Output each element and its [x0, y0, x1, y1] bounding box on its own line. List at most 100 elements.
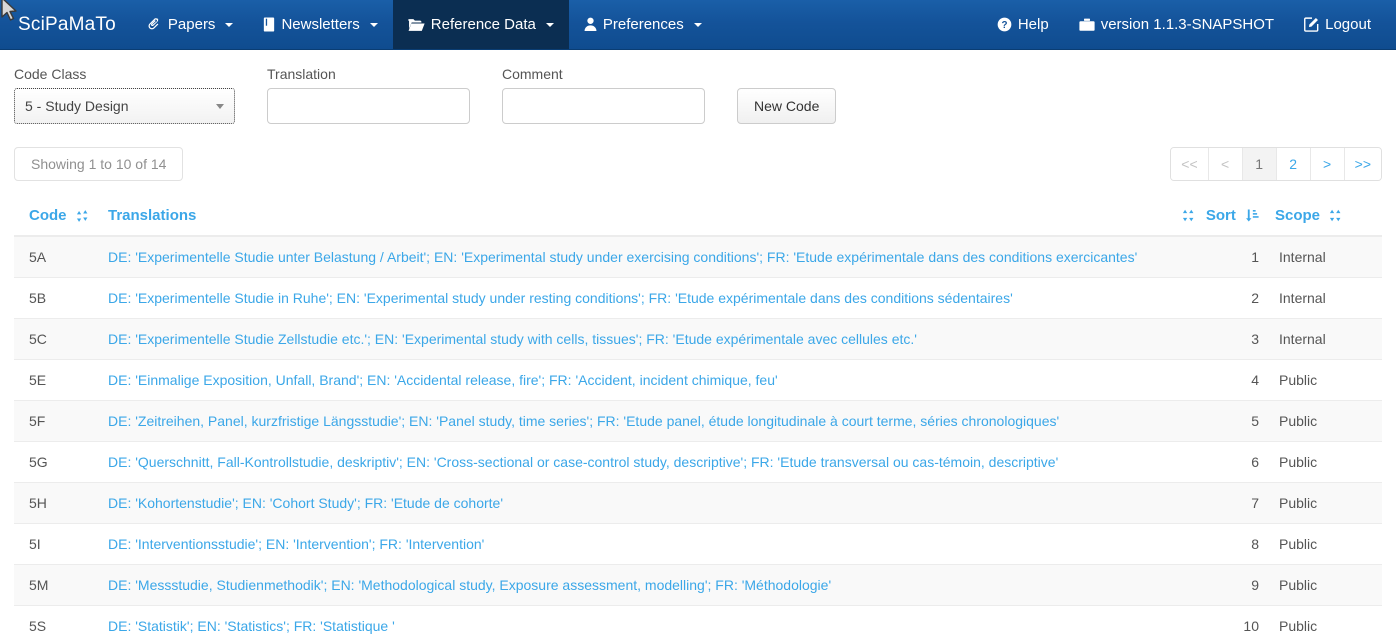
- table-row[interactable]: 5B DE: 'Experimentelle Studie in Ruhe'; E…: [14, 277, 1382, 319]
- nav-item-newsletters[interactable]: Newsletters: [248, 0, 392, 49]
- column-header-sort[interactable]: Sort: [1171, 207, 1267, 237]
- table-row[interactable]: 5F DE: 'Zeitreihen, Panel, kurzfristige L…: [14, 400, 1382, 442]
- book-icon: [263, 17, 275, 32]
- codes-table: Code Translations Sort Scope 5A DE: 'Exp…: [14, 207, 1382, 640]
- cell-scope: Public: [1267, 523, 1382, 565]
- nav-item-papers[interactable]: Papers: [132, 0, 249, 49]
- cell-translations: DE: 'Interventionsstudie'; EN: 'Interven…: [100, 523, 1171, 565]
- translation-label: Translation: [267, 66, 336, 82]
- table-body: 5A DE: 'Experimentelle Studie unter Belas…: [14, 236, 1382, 640]
- new-code-button[interactable]: New Code: [737, 88, 837, 124]
- translation-input[interactable]: [267, 88, 470, 124]
- pagination-link: <<: [1171, 148, 1208, 180]
- sort-icon: [1182, 209, 1195, 222]
- table-row[interactable]: 5M DE: 'Messstudie, Studienmethodik'; EN:…: [14, 564, 1382, 606]
- column-header-label: Sort: [1205, 207, 1236, 224]
- column-header-code[interactable]: Code: [14, 207, 100, 237]
- pagination-link[interactable]: >: [1309, 148, 1344, 180]
- nav-item-label: version 1.1.3-SNAPSHOT: [1100, 16, 1275, 33]
- cell-sort: 8: [1171, 523, 1267, 565]
- nav-item-label: Logout: [1325, 16, 1371, 33]
- cell-scope: Internal: [1267, 277, 1382, 319]
- translations-link[interactable]: DE: 'Zeitreihen, Panel, kurzfristige Län…: [108, 413, 1059, 429]
- table-row[interactable]: 5I DE: 'Interventionsstudie'; EN: 'Interv…: [14, 523, 1382, 565]
- translations-link[interactable]: DE: 'Experimentelle Studie in Ruhe'; EN:…: [108, 290, 1013, 306]
- table-row[interactable]: 5H DE: 'Kohortenstudie'; EN: 'Cohort Stud…: [14, 482, 1382, 524]
- column-header-translations[interactable]: Translations: [100, 207, 1171, 237]
- translations-link[interactable]: DE: 'Statistik'; EN: 'Statistics'; FR: '…: [108, 618, 395, 634]
- translations-link[interactable]: DE: 'Kohortenstudie'; EN: 'Cohort Study'…: [108, 495, 503, 511]
- cell-scope: Internal: [1267, 318, 1382, 360]
- table-row[interactable]: 5A DE: 'Experimentelle Studie unter Belas…: [14, 236, 1382, 278]
- chevron-down-icon: [693, 22, 702, 27]
- code-class-value: 5 - Study Design: [25, 98, 129, 114]
- new-code-group: New Code: [737, 88, 837, 124]
- cell-code: 5E: [14, 359, 100, 401]
- code-class-select[interactable]: 5 - Study Design: [14, 88, 235, 124]
- translations-link[interactable]: DE: 'Experimentelle Studie unter Belastu…: [108, 249, 1137, 265]
- cell-sort: 4: [1171, 359, 1267, 401]
- cell-scope: Public: [1267, 441, 1382, 483]
- folder-icon: [407, 18, 425, 32]
- cell-scope: Public: [1267, 564, 1382, 606]
- pagination-link[interactable]: 2: [1275, 148, 1310, 180]
- table-row[interactable]: 5E DE: 'Einmalige Exposition, Unfall, Bra…: [14, 359, 1382, 401]
- cell-translations: DE: 'Querschnitt, Fall-Kontrollstudie, d…: [100, 441, 1171, 483]
- cell-sort: 2: [1171, 277, 1267, 319]
- cell-sort: 10: [1171, 605, 1267, 640]
- translations-link[interactable]: DE: 'Querschnitt, Fall-Kontrollstudie, d…: [108, 454, 1058, 470]
- table-row[interactable]: 5C DE: 'Experimentelle Studie Zellstudie …: [14, 318, 1382, 360]
- cell-sort: 6: [1171, 441, 1267, 483]
- nav-item-help[interactable]: ? Help: [982, 0, 1064, 49]
- cell-code: 5H: [14, 482, 100, 524]
- column-header-scope[interactable]: Scope: [1267, 207, 1382, 237]
- cell-scope: Public: [1267, 605, 1382, 640]
- showing-info: Showing 1 to 10 of 14: [14, 147, 184, 181]
- translations-link[interactable]: DE: 'Interventionsstudie'; EN: 'Interven…: [108, 536, 484, 552]
- cell-translations: DE: 'Statistik'; EN: 'Statistics'; FR: '…: [100, 605, 1171, 640]
- table-row[interactable]: 5G DE: 'Querschnitt, Fall-Kontrollstudie,…: [14, 441, 1382, 483]
- translations-link[interactable]: DE: 'Experimentelle Studie Zellstudie et…: [108, 331, 917, 347]
- nav-item-label: Preferences: [602, 16, 684, 33]
- code-class-label: Code Class: [14, 66, 87, 82]
- question-circle-icon: ?: [997, 17, 1012, 32]
- code-class-group: Code Class 5 - Study Design: [14, 66, 235, 124]
- cell-translations: DE: 'Experimentelle Studie unter Belastu…: [100, 236, 1171, 278]
- column-header-label: Code: [29, 207, 67, 224]
- nav-item-version[interactable]: version 1.1.3-SNAPSHOT: [1064, 0, 1289, 49]
- nav-item-preferences[interactable]: Preferences: [569, 0, 717, 49]
- cell-translations: DE: 'Messstudie, Studienmethodik'; EN: '…: [100, 564, 1171, 606]
- pagination-link[interactable]: 1: [1241, 148, 1276, 180]
- nav-item-logout[interactable]: Logout: [1289, 0, 1386, 49]
- cell-scope: Public: [1267, 400, 1382, 442]
- cell-code: 5S: [14, 605, 100, 640]
- nav-item-reference-data[interactable]: Reference Data: [392, 0, 569, 49]
- nav-item-label: Papers: [167, 16, 216, 33]
- results-toolbar: Showing 1 to 10 of 14 << <1 2 > >>: [14, 144, 1382, 184]
- pagination-link[interactable]: >>: [1343, 148, 1381, 180]
- chevron-down-icon: [225, 22, 234, 27]
- cell-code: 5M: [14, 564, 100, 606]
- chevron-down-icon: [545, 22, 554, 27]
- cell-code: 5A: [14, 236, 100, 278]
- comment-input[interactable]: [502, 88, 705, 124]
- cell-scope: Internal: [1267, 236, 1382, 278]
- table-header-row: Code Translations Sort Scope: [14, 207, 1382, 237]
- cell-scope: Public: [1267, 482, 1382, 524]
- column-header-label: Translations: [108, 207, 197, 224]
- table-row[interactable]: 5S DE: 'Statistik'; EN: 'Statistics'; FR:…: [14, 605, 1382, 640]
- nav-item-label: Help: [1017, 16, 1049, 33]
- cell-code: 5F: [14, 400, 100, 442]
- sort-icon: [1329, 209, 1342, 222]
- main-container: Code Class 5 - Study Design Translation …: [0, 50, 1396, 640]
- brand-logo[interactable]: SciPaMaTo: [0, 0, 132, 49]
- cell-code: 5C: [14, 318, 100, 360]
- translations-link[interactable]: DE: 'Messstudie, Studienmethodik'; EN: '…: [108, 577, 831, 593]
- cell-translations: DE: 'Einmalige Exposition, Unfall, Brand…: [100, 359, 1171, 401]
- table-head: Code Translations Sort Scope: [14, 207, 1382, 237]
- cell-code: 5G: [14, 441, 100, 483]
- cell-sort: 5: [1171, 400, 1267, 442]
- comment-label: Comment: [502, 66, 563, 82]
- cell-translations: DE: 'Kohortenstudie'; EN: 'Cohort Study'…: [100, 482, 1171, 524]
- translations-link[interactable]: DE: 'Einmalige Exposition, Unfall, Brand…: [108, 372, 778, 388]
